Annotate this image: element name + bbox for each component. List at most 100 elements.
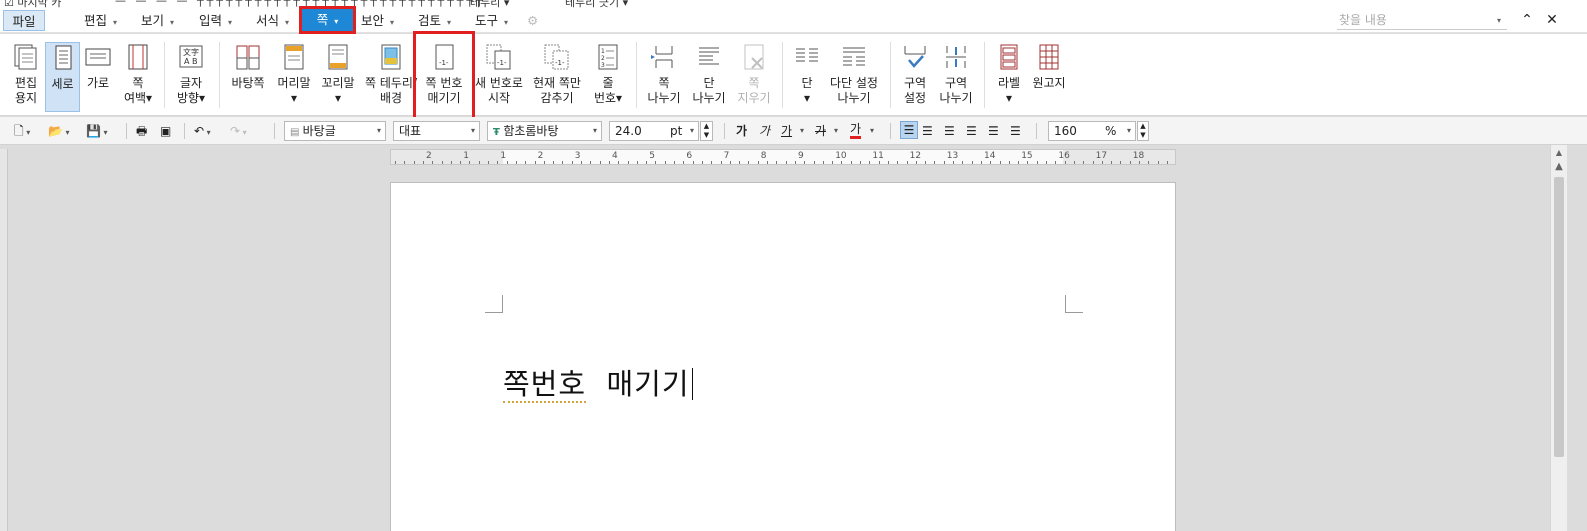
ruler-tick [906, 161, 908, 164]
bold-button[interactable]: 가 [736, 121, 747, 141]
ruler-number: 8 [760, 151, 767, 161]
columns-button[interactable]: 단 ▾ [790, 42, 824, 118]
ruler-number: 6 [686, 151, 693, 161]
undo-icon[interactable]: ↶ ▾ [194, 121, 211, 141]
ruler-number: 9 [798, 151, 804, 161]
document-word: 쪽번호 [503, 367, 587, 403]
section-settings-icon [904, 46, 926, 68]
align-justify-button[interactable]: ☰ [900, 121, 918, 139]
ruler-tick [525, 161, 527, 164]
section-settings-button[interactable]: 구역 설정 [898, 42, 932, 118]
hwp-window: ☑ 마지막 카 — — — — ┼┼┼┼┼┼┼┼┼┼┼┼┼┼┼┼┼┼┼┼┼┼┼┼… [0, 0, 1587, 531]
menu-review[interactable]: 검토 ▾ [418, 10, 451, 31]
open-folder-icon[interactable]: 📂 ▾ [48, 121, 70, 141]
manuscript-paper-button[interactable]: 원고지 [1030, 42, 1068, 118]
section-break-button[interactable]: 구역 나누기 [936, 42, 976, 118]
font-color-button[interactable]: 가 [850, 121, 862, 139]
menu-page[interactable]: 쪽 ▾ [299, 6, 356, 34]
extension-icon[interactable]: ⚙ [527, 10, 538, 31]
page-margin-icon [128, 44, 148, 70]
menu-view[interactable]: 보기 ▾ [141, 10, 174, 31]
edit-paper-button[interactable]: 편집 용지 [8, 42, 44, 118]
footer-button[interactable]: 꼬리말 ▾ [318, 42, 358, 118]
ruler-tick [860, 161, 861, 164]
scroll-up-icon[interactable]: ▲ [1551, 147, 1567, 159]
portrait-button[interactable]: 세로 [45, 42, 80, 112]
collapse-ribbon-icon[interactable]: ⌃ [1518, 11, 1536, 29]
align-right-button[interactable]: ☰ [966, 121, 977, 141]
menu-tools[interactable]: 도구 ▾ [475, 10, 508, 31]
line-number-button[interactable]: 123 줄 번호▾ [590, 42, 626, 118]
print-icon[interactable]: 🖶 [136, 121, 147, 141]
page-border-background-button[interactable]: 쪽 테두리/배경 [362, 42, 420, 118]
separator [636, 42, 637, 108]
document-text[interactable]: 쪽번호 매기기 [503, 361, 694, 403]
separator [890, 42, 891, 108]
ruler-tick [460, 161, 462, 164]
align-divide-button[interactable]: ☰ [1010, 121, 1021, 141]
page-number-button[interactable]: -1- 쪽 번호 매기기 [413, 31, 475, 120]
menu-file[interactable]: 파일 [3, 10, 45, 31]
ruler-tick [608, 161, 610, 164]
ruler-tick [841, 161, 843, 164]
ruler-tick [832, 161, 834, 164]
font-size-input[interactable]: 24.0 pt ▾ [609, 121, 699, 141]
ruler-tick [794, 161, 796, 164]
redo-icon[interactable]: ↷ ▾ [230, 121, 247, 141]
separator [890, 123, 891, 139]
label-button[interactable]: 라벨 ▾ [992, 42, 1026, 118]
menu-format[interactable]: 서식 ▾ [256, 10, 289, 31]
search-input[interactable]: 찾을 내용 ▾ [1337, 11, 1507, 30]
menu-edit[interactable]: 편집 ▾ [84, 10, 117, 31]
align-center-button[interactable]: ☰ [944, 121, 955, 141]
preview-icon[interactable]: ▣ [160, 121, 171, 141]
zoom-spinner[interactable]: ▲ ▼ [1137, 121, 1149, 141]
align-left-button[interactable]: ☰ [922, 121, 933, 141]
ruler-number: 2 [426, 151, 432, 161]
ruler-tick [441, 161, 443, 164]
hide-current-page-button[interactable]: -1- 현재 쪽만 감추기 [530, 42, 584, 118]
language-select[interactable]: 대표 ▾ [393, 121, 480, 141]
scrollbar-thumb[interactable] [1554, 177, 1564, 457]
font-size-spinner[interactable]: ▲ ▼ [700, 121, 713, 141]
master-page-button[interactable]: 바탕쪽 [228, 42, 268, 118]
ruler-tick [915, 161, 917, 164]
landscape-button[interactable]: 가로 [82, 42, 114, 118]
style-select[interactable]: ▤ 바탕글 ▾ [284, 121, 386, 141]
ruler-number: 1 [500, 151, 507, 161]
strikethrough-button[interactable]: 가 [815, 121, 826, 141]
font-select[interactable]: Ŧ 함초롬바탕 ▾ [487, 121, 602, 141]
align-distribute-button[interactable]: ☰ [988, 121, 999, 141]
column-break-button[interactable]: 단 나누기 [688, 42, 730, 118]
vertical-scrollbar[interactable]: ▲ ▲ [1550, 145, 1567, 531]
page-margin-button[interactable]: 쪽 여백▾ [120, 42, 156, 118]
font-color-dropdown[interactable]: ▾ [870, 121, 874, 141]
underline-button[interactable]: 가 [781, 121, 792, 141]
strike-dropdown[interactable]: ▾ [834, 121, 838, 141]
border-dropdown[interactable]: 테두리 ▾ [470, 0, 509, 8]
text-direction-button[interactable]: 文字 A B 글자 방향▾ [172, 42, 210, 118]
scroll-page-up-icon[interactable]: ▲ [1551, 161, 1567, 173]
horizontal-ruler[interactable]: 2 1 1 2 3 4 5 6 7 8 9 10 11 12 13 14 15 16 17 18 [390, 149, 1176, 165]
new-number-button[interactable]: -1- 새 번호로 시작 [474, 42, 524, 118]
delete-page-button[interactable]: 쪽 지우기 [734, 42, 774, 118]
svg-text:-1-: -1- [555, 59, 565, 67]
last-kana-checkbox[interactable]: ☑ 마지막 카 [4, 0, 61, 8]
multi-column-button[interactable]: 다단 설정 나누기 [828, 42, 880, 118]
save-icon[interactable]: 💾 ▾ [86, 121, 108, 141]
border-draw-dropdown[interactable]: 테두리 긋기 ▾ [565, 0, 628, 8]
menu-insert[interactable]: 입력 ▾ [199, 10, 232, 31]
italic-button[interactable]: 가 [759, 121, 770, 141]
document-page[interactable]: 쪽번호 매기기 [390, 182, 1176, 531]
header-button[interactable]: 머리말 ▾ [274, 42, 314, 118]
zoom-input[interactable]: 160% ▾ [1048, 121, 1136, 141]
footer-icon [328, 44, 348, 70]
document-word: 매기기 [606, 367, 690, 401]
vertical-ruler[interactable] [0, 149, 8, 531]
menu-security[interactable]: 보안 ▾ [361, 10, 394, 31]
new-document-icon[interactable]: 🗋 ▾ [14, 121, 30, 141]
page-break-button[interactable]: 쪽 나누기 [644, 42, 684, 118]
ruler-tick [953, 161, 954, 164]
close-icon[interactable]: ✕ [1543, 11, 1561, 29]
underline-dropdown[interactable]: ▾ [800, 121, 804, 141]
